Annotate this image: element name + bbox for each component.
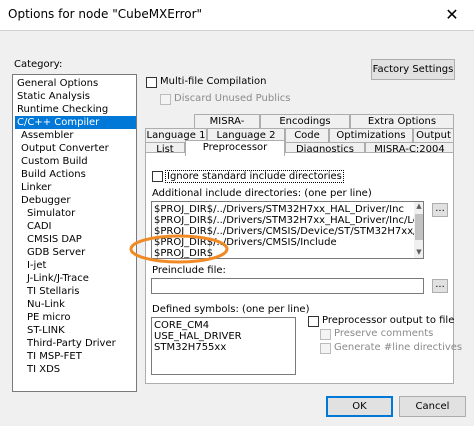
preproc-output-checkbox[interactable]: [308, 316, 319, 327]
multi-file-label: Multi-file Compilation: [160, 76, 267, 87]
tab-misra-c-1998[interactable]: MISRA-C:1998: [194, 114, 260, 140]
category-item-st-link[interactable]: ST-LINK: [25, 324, 67, 337]
include-browse-button[interactable]: ...: [432, 203, 448, 217]
category-item-debugger[interactable]: Debugger: [19, 194, 73, 207]
preinclude-input[interactable]: [151, 278, 424, 294]
highlight-ellipse: [129, 234, 229, 264]
category-item-gdb-server[interactable]: GDB Server: [25, 246, 87, 259]
preserve-comments-checkbox[interactable]: [320, 329, 331, 340]
tab-extra-options[interactable]: Extra Options: [350, 114, 454, 128]
tab-optimizations[interactable]: Optimizations: [329, 128, 413, 142]
title-divider: [0, 30, 474, 31]
multi-file-checkbox[interactable]: [146, 77, 157, 88]
tab-code[interactable]: Code: [285, 128, 329, 142]
category-item-build-actions[interactable]: Build Actions: [19, 168, 88, 181]
category-item-c-cpp-compiler[interactable]: C/C++ Compiler: [15, 116, 136, 129]
preserve-comments-label: Preserve comments: [334, 328, 434, 339]
category-item-i-jet[interactable]: I-jet: [25, 259, 48, 272]
tab-preprocessor[interactable]: Preprocessor: [185, 140, 285, 156]
window-title: Options for node "CubeMXError": [8, 7, 203, 21]
defined-symbols-label: Defined symbols: (one per line): [152, 304, 310, 315]
include-dirs-label: Additional include directories: (one per…: [152, 188, 372, 199]
category-item-ti-msp-fet[interactable]: TI MSP-FET: [25, 350, 84, 363]
include-scrollbar[interactable]: ▲ ▼: [414, 202, 423, 258]
category-label: Category:: [14, 59, 63, 70]
defined-symbols-textbox[interactable]: CORE_CM4 USE_HAL_DRIVER STM32H755xx: [151, 317, 296, 375]
tab-encodings[interactable]: Encodings: [260, 114, 350, 128]
category-item-j-link[interactable]: J-Link/J-Trace: [25, 272, 91, 285]
scroll-down-icon[interactable]: ▼: [414, 248, 423, 256]
category-item-custom-build[interactable]: Custom Build: [19, 155, 90, 168]
cancel-button[interactable]: Cancel: [399, 396, 466, 417]
preinclude-label: Preinclude file:: [152, 265, 226, 276]
discard-publics-checkbox[interactable]: [160, 94, 171, 105]
ok-button[interactable]: OK: [326, 396, 393, 417]
defined-line: STM32H755xx: [154, 342, 227, 353]
ignore-std-label: Ignore standard include directories: [165, 170, 344, 183]
category-item-ti-xds[interactable]: TI XDS: [25, 363, 62, 376]
preproc-output-label: Preprocessor output to file: [322, 315, 455, 326]
category-item-simulator[interactable]: Simulator: [25, 207, 77, 220]
tab-output[interactable]: Output: [413, 128, 454, 142]
ignore-std-checkbox[interactable]: [152, 171, 163, 182]
category-item-ti-stellaris[interactable]: TI Stellaris: [25, 285, 81, 298]
scroll-up-icon[interactable]: ▲: [414, 202, 423, 210]
include-line: $PROJ_DIR$/../Drivers/STM32H7xx_HAL_Driv…: [154, 204, 404, 215]
category-item-runtime-checking[interactable]: Runtime Checking: [15, 103, 110, 116]
category-item-pe-micro[interactable]: PE micro: [25, 311, 73, 324]
preinclude-browse-button[interactable]: ...: [432, 279, 448, 293]
category-tree[interactable]: General Options Static Analysis Runtime …: [12, 74, 137, 392]
scroll-thumb[interactable]: [415, 214, 423, 240]
discard-publics-label: Discard Unused Publics: [174, 93, 291, 104]
factory-settings-button[interactable]: Factory Settings: [371, 59, 455, 80]
close-icon[interactable]: ✕: [430, 0, 474, 30]
category-item-general-options[interactable]: General Options: [15, 77, 100, 90]
include-line: $PROJ_DIR$/../Drivers/STM32H7xx_HAL_Driv…: [154, 215, 424, 226]
category-item-nu-link[interactable]: Nu-Link: [25, 298, 67, 311]
defined-line: CORE_CM4: [154, 320, 210, 331]
defined-line: USE_HAL_DRIVER: [154, 331, 242, 342]
category-item-linker[interactable]: Linker: [19, 181, 53, 194]
category-item-static-analysis[interactable]: Static Analysis: [15, 90, 92, 103]
category-item-third-party-driver[interactable]: Third-Party Driver: [25, 337, 118, 350]
category-item-assembler[interactable]: Assembler: [19, 129, 76, 142]
generate-line-label: Generate #line directives: [334, 342, 463, 353]
generate-line-checkbox[interactable]: [320, 343, 331, 354]
category-item-cadi[interactable]: CADI: [25, 220, 53, 233]
category-item-output-converter[interactable]: Output Converter: [19, 142, 111, 155]
category-item-cmsis-dap[interactable]: CMSIS DAP: [25, 233, 84, 246]
